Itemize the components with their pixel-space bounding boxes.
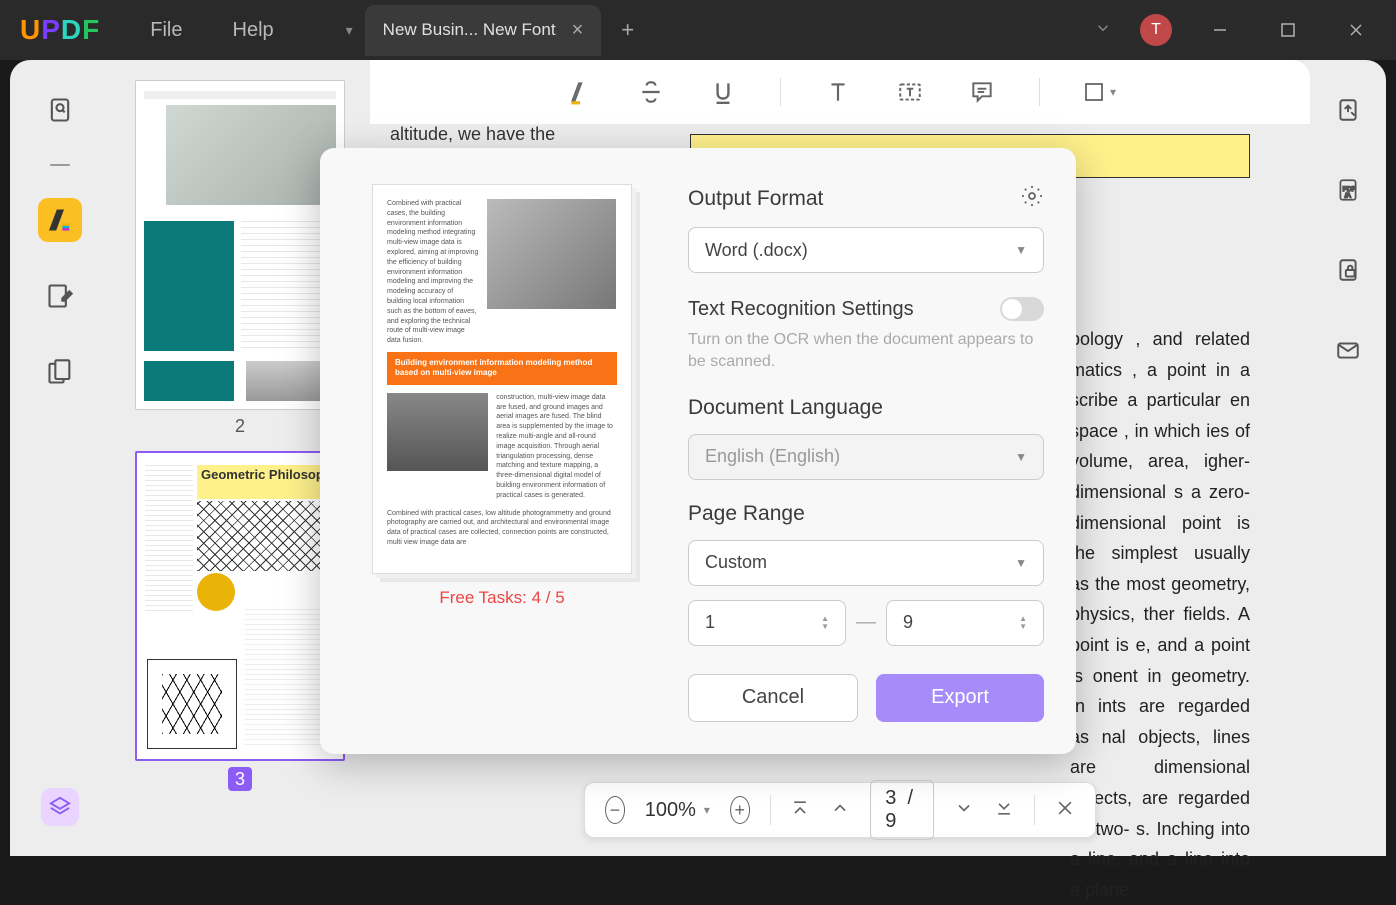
page-from-input[interactable]: 1 ▲▼ — [688, 600, 846, 646]
output-format-select[interactable]: Word (.docx)▼ — [688, 227, 1044, 273]
modal-preview-thumbnail: Combined with practical cases, the build… — [372, 184, 632, 574]
output-settings-icon[interactable] — [1020, 184, 1044, 213]
doc-language-select: English (English)▼ — [688, 434, 1044, 480]
free-tasks-label: Free Tasks: 4 / 5 — [439, 588, 564, 608]
page-range-select[interactable]: Custom▼ — [688, 540, 1044, 586]
ocr-help-text: Turn on the OCR when the document appear… — [688, 329, 1044, 374]
range-separator: — — [856, 611, 876, 634]
ocr-toggle[interactable] — [1000, 297, 1044, 321]
modal-preview-panel: Combined with practical cases, the build… — [352, 184, 652, 722]
export-modal-overlay: Combined with practical cases, the build… — [0, 0, 1396, 856]
modal-form: Output Format Word (.docx)▼ Text Recogni… — [688, 184, 1044, 722]
page-to-input[interactable]: 9 ▲▼ — [886, 600, 1044, 646]
modal-preview-title: Building environment information modelin… — [387, 352, 617, 385]
page-range-label: Page Range — [688, 502, 1044, 526]
export-modal: Combined with practical cases, the build… — [320, 148, 1076, 754]
cancel-button[interactable]: Cancel — [688, 674, 858, 722]
doc-language-label: Document Language — [688, 396, 1044, 420]
output-format-label: Output Format — [688, 187, 823, 211]
ocr-settings-label: Text Recognition Settings — [688, 298, 914, 321]
export-button[interactable]: Export — [876, 674, 1044, 722]
